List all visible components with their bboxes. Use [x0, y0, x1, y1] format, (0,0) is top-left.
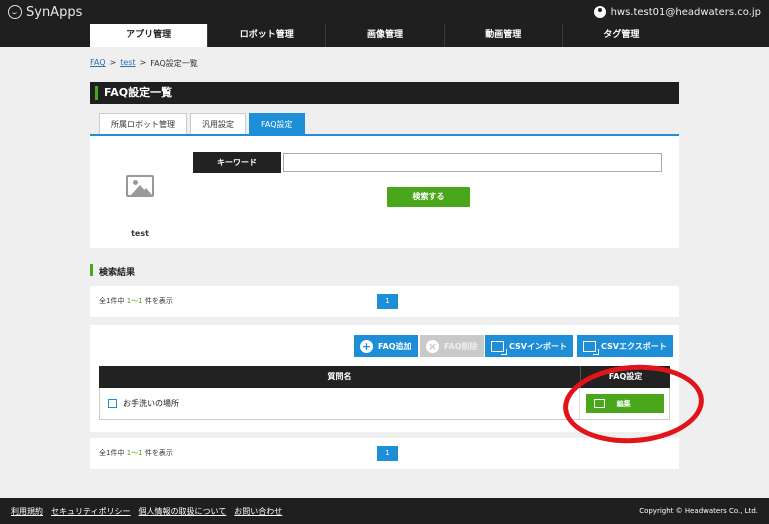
keyword-label: キーワード	[193, 152, 281, 173]
edit-button[interactable]: 編集	[585, 394, 664, 413]
footer-link-terms[interactable]: 利用規約	[11, 506, 43, 517]
footer-link-contact[interactable]: お問い合わせ	[234, 506, 282, 517]
page-title: FAQ設定一覧	[90, 82, 679, 104]
copyright: Copyright © Headwaters Co., Ltd.	[639, 507, 758, 515]
question-name: お手洗いの場所	[123, 399, 179, 408]
top-bar: SynApps hws.test01@headwaters.co.jp	[0, 0, 769, 24]
add-faq-button[interactable]: + FAQ追加	[354, 335, 418, 357]
main-nav: アプリ管理 ロボット管理 画像管理 動画管理 タグ管理	[0, 24, 769, 47]
sub-tabs: 所属ロボット管理 汎用設定 FAQ設定	[90, 113, 679, 136]
nav-tab-robot[interactable]: ロボット管理	[208, 24, 327, 47]
app-logo[interactable]: SynApps	[8, 5, 82, 20]
results-section-title: 検索結果	[90, 264, 135, 278]
tab-faq-settings[interactable]: FAQ設定	[249, 113, 305, 134]
breadcrumb-separator: >	[139, 58, 147, 67]
breadcrumb-faq[interactable]: FAQ	[90, 58, 106, 69]
breadcrumb-test[interactable]: test	[120, 58, 135, 69]
footer-link-security[interactable]: セキュリティポリシー	[51, 506, 131, 517]
csv-export-button[interactable]: CSVエクスポート	[577, 335, 673, 357]
nav-tab-app[interactable]: アプリ管理	[90, 24, 209, 47]
search-panel: test キーワード 検索する	[90, 136, 679, 248]
delete-faq-button[interactable]: × FAQ削除	[420, 335, 484, 357]
breadcrumb-separator: >	[109, 58, 117, 67]
tab-general-settings[interactable]: 汎用設定	[190, 113, 246, 134]
nav-tab-tag[interactable]: タグ管理	[563, 24, 680, 47]
pager-page-1[interactable]: 1	[377, 446, 398, 461]
csv-import-button[interactable]: CSVインポート	[485, 335, 573, 357]
user-email: hws.test01@headwaters.co.jp	[610, 6, 761, 18]
table-header: 質問名 FAQ設定	[99, 366, 670, 388]
column-question-name: 質問名	[99, 366, 581, 388]
nav-tab-video[interactable]: 動画管理	[445, 24, 563, 47]
nav-tab-image[interactable]: 画像管理	[326, 24, 445, 47]
user-menu[interactable]: hws.test01@headwaters.co.jp	[593, 6, 761, 18]
keyword-input[interactable]	[283, 153, 662, 172]
export-icon	[583, 340, 599, 355]
monitor-icon	[593, 399, 605, 408]
synapps-logo-icon	[8, 5, 22, 19]
close-icon: ×	[426, 339, 439, 353]
robot-name: test	[131, 229, 149, 238]
tab-robot-assignment[interactable]: 所属ロボット管理	[99, 113, 187, 134]
result-count-panel-top: 全1件中 1〜1 件を表示 1	[90, 286, 679, 317]
logo-text: SynApps	[26, 4, 83, 20]
result-count: 全1件中 1〜1 件を表示	[99, 297, 173, 305]
search-button[interactable]: 検索する	[387, 187, 470, 207]
footer: 利用規約 セキュリティポリシー 個人情報の取扱について お問い合わせ Copyr…	[0, 498, 769, 524]
breadcrumb-current: FAQ設定一覧	[150, 59, 198, 68]
faq-list-panel: + FAQ追加 × FAQ削除 CSVインポート CSVエクスポート 質問名 F…	[90, 325, 679, 432]
column-faq-settings: FAQ設定	[608, 372, 643, 381]
plus-icon: +	[360, 339, 373, 353]
row-checkbox[interactable]	[108, 399, 117, 408]
pager-page-1[interactable]: 1	[377, 294, 398, 309]
import-icon	[491, 340, 507, 355]
footer-link-privacy[interactable]: 個人情報の取扱について	[139, 506, 227, 517]
user-icon	[593, 6, 606, 18]
result-count-panel-bottom: 全1件中 1〜1 件を表示 1	[90, 438, 679, 469]
image-placeholder-icon	[126, 175, 154, 197]
breadcrumb: FAQ > test > FAQ設定一覧	[90, 58, 198, 69]
table-row: お手洗いの場所 編集	[99, 388, 670, 420]
result-count: 全1件中 1〜1 件を表示	[99, 449, 173, 457]
